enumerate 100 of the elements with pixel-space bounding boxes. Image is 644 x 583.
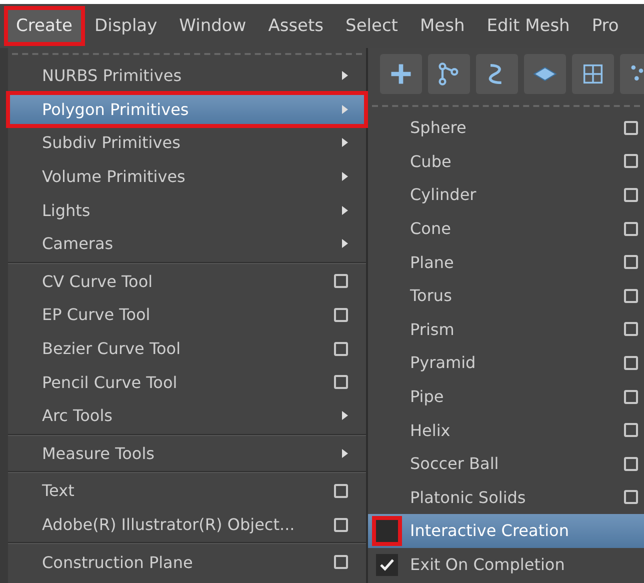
- option-box-icon[interactable]: [334, 518, 348, 532]
- menu-bar-item[interactable]: Assets: [260, 10, 332, 42]
- menu-item-label: Adobe(R) Illustrator(R) Object...: [42, 515, 296, 534]
- option-box-icon[interactable]: [624, 288, 638, 303]
- menu-item-label: Text: [42, 481, 76, 500]
- menu-item-label: Platonic Solids: [409, 488, 527, 507]
- menu-item-label: Pencil Curve Tool: [42, 372, 178, 392]
- menu-bar-item[interactable]: Pro: [584, 10, 627, 42]
- menu-item[interactable]: Sphere: [368, 111, 644, 145]
- menu-item[interactable]: NURBS Primitives: [8, 59, 366, 93]
- option-box-icon[interactable]: [624, 222, 638, 236]
- menu-item-label: Polygon Primitives: [42, 100, 190, 119]
- submenu-arrow-icon: [342, 172, 348, 182]
- menu-item[interactable]: Adobe(R) Illustrator(R) Object...: [8, 508, 366, 542]
- menu-bar-item[interactable]: Select: [338, 10, 406, 42]
- menu-item-label: Bezier Curve Tool: [42, 339, 182, 358]
- menu-item[interactable]: Exit On Completion: [368, 548, 644, 582]
- option-box-icon[interactable]: [334, 484, 348, 498]
- checkbox[interactable]: [376, 554, 398, 576]
- menu-bar-item[interactable]: Mesh: [412, 10, 473, 42]
- submenu-arrow-icon: [342, 448, 348, 458]
- option-box-icon[interactable]: [334, 308, 348, 322]
- menu-bar-item[interactable]: Create: [8, 10, 80, 42]
- menu-item-label: Prism: [409, 320, 456, 339]
- submenu-arrow-icon: [342, 411, 348, 420]
- menu-item-label: Cylinder: [409, 185, 478, 204]
- menu-item[interactable]: Construction Plane: [8, 545, 366, 579]
- menu-item[interactable]: Measure Tools: [8, 436, 366, 470]
- menu-item-label: Soccer Ball: [409, 454, 500, 474]
- menu-item-label: Arc Tools: [42, 406, 114, 426]
- toolbar-button[interactable]: [476, 54, 518, 94]
- submenu-arrow-icon: [342, 104, 348, 114]
- menu-item[interactable]: Prism: [368, 312, 644, 346]
- option-box-icon[interactable]: [624, 423, 638, 438]
- checkmark-icon: [380, 558, 394, 571]
- menu-item-label: Volume Primitives: [42, 167, 186, 186]
- menu-item-label: Lights: [42, 200, 92, 220]
- option-box-icon[interactable]: [624, 390, 638, 404]
- toolbar-button[interactable]: [428, 54, 470, 94]
- option-box-icon[interactable]: [624, 490, 638, 504]
- menu-item[interactable]: Pipe: [368, 380, 644, 414]
- option-box-icon[interactable]: [624, 322, 638, 336]
- menu-item-label: Cameras: [42, 234, 114, 254]
- menu-item-label: Cone: [409, 219, 452, 238]
- option-box-icon[interactable]: [624, 120, 638, 135]
- menu-item-label: Sphere: [409, 118, 468, 138]
- menu-item-label: Measure Tools: [42, 444, 156, 463]
- submenu-arrow-icon: [342, 206, 348, 215]
- menu-item[interactable]: EP Curve Tool: [8, 298, 366, 332]
- menu-item-label: Pipe: [409, 387, 445, 406]
- menu-bar-item[interactable]: Edit Mesh: [478, 10, 578, 42]
- menu-item-label: CV Curve Tool: [42, 272, 154, 291]
- toolbar-button[interactable]: [380, 54, 422, 94]
- menu-item-label: Exit On Completion: [409, 555, 566, 574]
- menu-item[interactable]: Subdiv Primitives: [8, 126, 366, 160]
- option-box-icon[interactable]: [334, 375, 348, 390]
- option-box-icon[interactable]: [624, 456, 638, 471]
- menu-item[interactable]: Helix: [368, 413, 644, 447]
- menu-item[interactable]: Cameras: [8, 226, 366, 261]
- menu-item[interactable]: Cone: [368, 212, 644, 246]
- menu-item-label: Construction Plane: [42, 552, 194, 572]
- menu-item[interactable]: CV Curve Tool: [8, 264, 366, 298]
- menu-item[interactable]: Torus: [368, 278, 644, 313]
- menu-item[interactable]: Polygon Primitives: [8, 92, 366, 126]
- menu-item[interactable]: Arc Tools: [8, 398, 366, 433]
- toolbar-button[interactable]: [572, 54, 614, 94]
- submenu-arrow-icon: [342, 239, 348, 248]
- menu-item-label: Torus: [409, 286, 453, 306]
- menu-item[interactable]: Plane: [368, 245, 644, 279]
- menu-item[interactable]: Volume Primitives: [8, 160, 366, 194]
- option-box-icon[interactable]: [334, 342, 348, 356]
- menu-bar-item[interactable]: Display: [86, 10, 166, 42]
- option-box-icon[interactable]: [334, 555, 348, 570]
- option-box-icon[interactable]: [624, 356, 638, 370]
- menu-item-label: Helix: [409, 420, 452, 440]
- menu-item-label: Interactive Creation: [409, 521, 570, 540]
- menu-item[interactable]: Cube: [368, 144, 644, 178]
- menu-item[interactable]: Platonic Solids: [368, 480, 644, 514]
- menu-item[interactable]: Pencil Curve Tool: [8, 365, 366, 399]
- menu-item-label: NURBS Primitives: [42, 66, 183, 86]
- option-box-icon[interactable]: [624, 255, 638, 270]
- menu-item[interactable]: Pyramid: [368, 346, 644, 380]
- menu-item-label: EP Curve Tool: [42, 305, 152, 324]
- option-box-icon[interactable]: [624, 154, 638, 168]
- submenu-arrow-icon: [342, 138, 348, 148]
- submenu-arrow-icon: [342, 71, 348, 80]
- option-box-icon[interactable]: [624, 188, 638, 202]
- toolbar-button[interactable]: [524, 54, 566, 94]
- menu-item[interactable]: Interactive Creation: [368, 514, 644, 548]
- menu-item[interactable]: Lights: [8, 193, 366, 227]
- menu-item[interactable]: Cylinder: [368, 178, 644, 212]
- menu-item[interactable]: Soccer Ball: [368, 446, 644, 481]
- menu-item-label: Subdiv Primitives: [42, 133, 182, 152]
- option-box-icon[interactable]: [334, 274, 348, 288]
- menu-item[interactable]: Bezier Curve Tool: [8, 332, 366, 366]
- menu-bar-item[interactable]: Window: [171, 10, 254, 42]
- menu-item-label: Pyramid: [409, 353, 477, 372]
- menu-item-label: Plane: [409, 252, 455, 272]
- menu-item[interactable]: Text: [8, 474, 366, 508]
- menu-item-label: Cube: [409, 152, 452, 171]
